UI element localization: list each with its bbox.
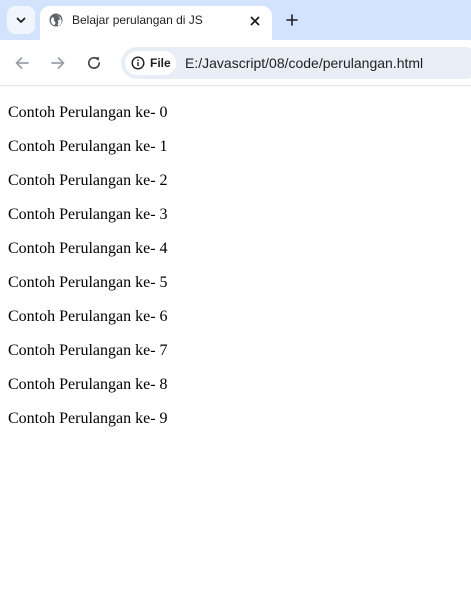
forward-button[interactable] <box>45 50 71 76</box>
site-info-label: File <box>150 56 171 70</box>
loop-output-line: Contoh Perulangan ke- 3 <box>8 206 168 223</box>
site-info-chip[interactable]: File <box>125 51 176 75</box>
loop-output-line: Contoh Perulangan ke- 8 <box>8 376 168 393</box>
reload-icon <box>87 56 101 69</box>
reload-button[interactable] <box>81 50 107 76</box>
info-icon <box>131 56 145 70</box>
chevron-down-icon <box>16 17 26 23</box>
tab-active[interactable]: Belajar perulangan di JS <box>40 6 272 40</box>
plus-icon <box>286 14 298 26</box>
loop-output-line: Contoh Perulangan ke- 4 <box>8 240 168 257</box>
loop-output-line: Contoh Perulangan ke- 5 <box>8 274 168 291</box>
globe-icon <box>49 13 63 27</box>
loop-output-line: Contoh Perulangan ke- 9 <box>8 410 168 427</box>
loop-output-line: Contoh Perulangan ke- 0 <box>8 104 168 121</box>
browser-toolbar: File E:/Javascript/08/code/perulangan.ht… <box>0 40 471 86</box>
close-icon <box>250 16 260 26</box>
loop-output-line: Contoh Perulangan ke- 1 <box>8 138 168 155</box>
tab-strip: Belajar perulangan di JS <box>0 0 471 40</box>
arrow-left-icon <box>15 57 29 69</box>
tab-search-button[interactable] <box>7 6 35 34</box>
url-text[interactable]: E:/Javascript/08/code/perulangan.html <box>185 55 423 71</box>
tab-title: Belajar perulangan di JS <box>72 13 203 27</box>
back-button[interactable] <box>9 50 35 76</box>
tab-close-button[interactable] <box>245 11 265 31</box>
loop-output-line: Contoh Perulangan ke- 7 <box>8 342 168 359</box>
new-tab-button[interactable] <box>281 9 303 31</box>
page-content: Contoh Perulangan ke- 0 Contoh Perulanga… <box>0 87 471 598</box>
address-bar[interactable]: File E:/Javascript/08/code/perulangan.ht… <box>121 47 471 79</box>
loop-output-line: Contoh Perulangan ke- 2 <box>8 172 168 189</box>
arrow-right-icon <box>51 57 65 69</box>
loop-output-line: Contoh Perulangan ke- 6 <box>8 308 168 325</box>
